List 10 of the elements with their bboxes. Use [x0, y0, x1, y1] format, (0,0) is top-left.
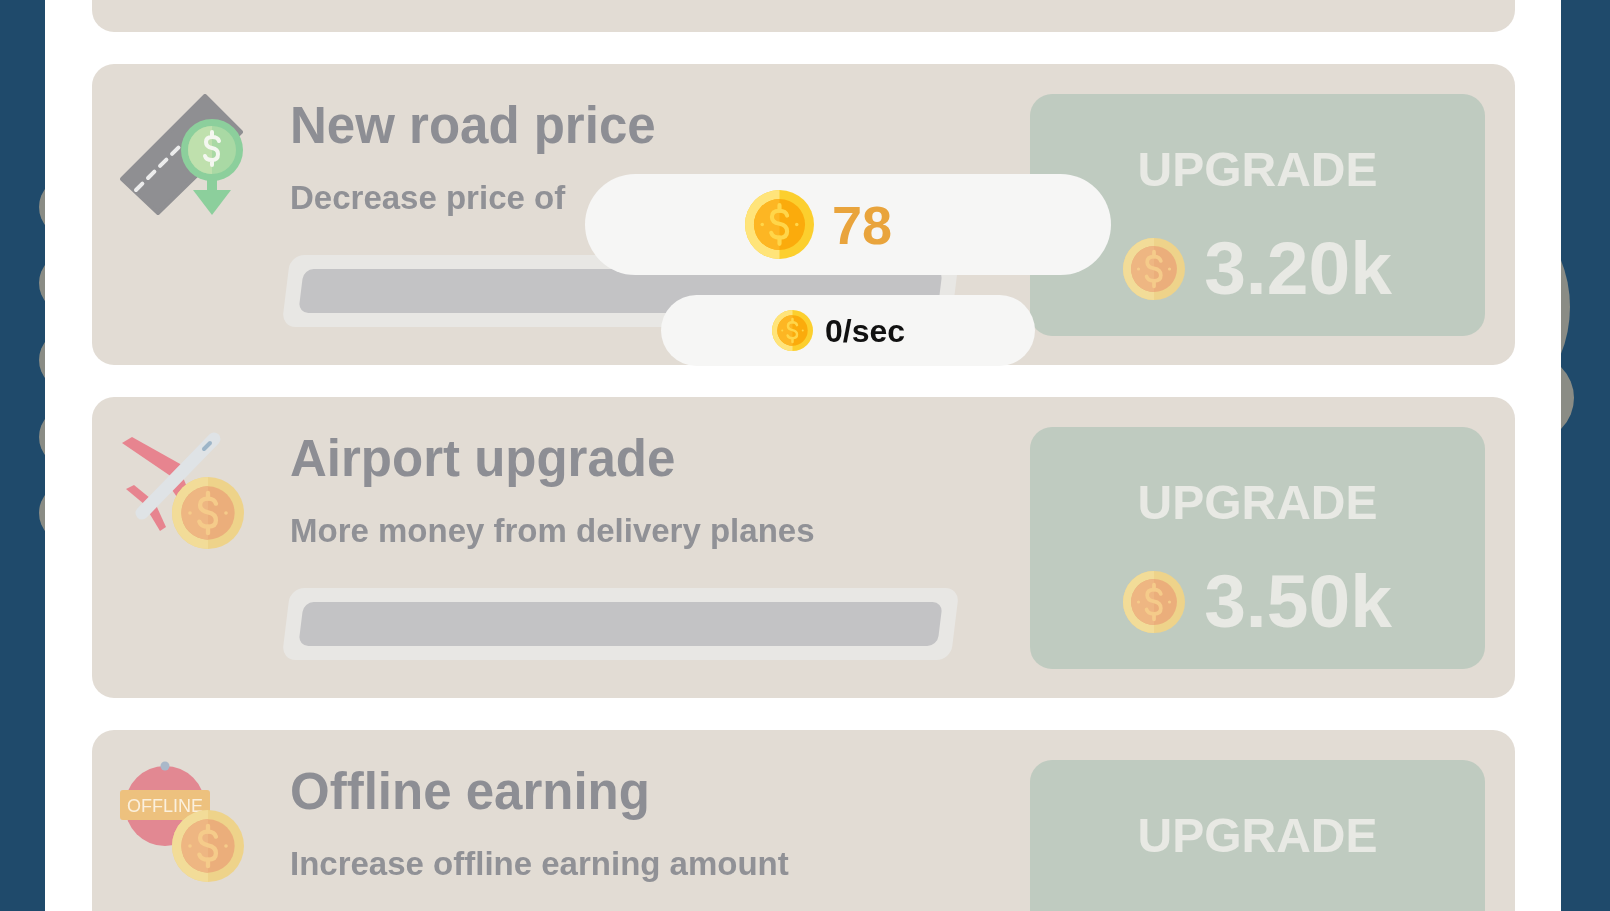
upgrade-description: Increase offline earning amount — [290, 847, 789, 880]
income-rate-text: 0/sec — [825, 314, 906, 347]
upgrade-description: More money from delivery planes — [290, 514, 815, 547]
upgrade-description: Decrease price of — [290, 181, 566, 214]
coin-icon — [745, 190, 814, 259]
road-coin-icon — [120, 94, 244, 216]
coin-icon — [1123, 237, 1186, 300]
coin-icon — [1123, 570, 1186, 633]
coin-count: 78 — [832, 197, 893, 252]
coin-icon — [772, 310, 813, 351]
